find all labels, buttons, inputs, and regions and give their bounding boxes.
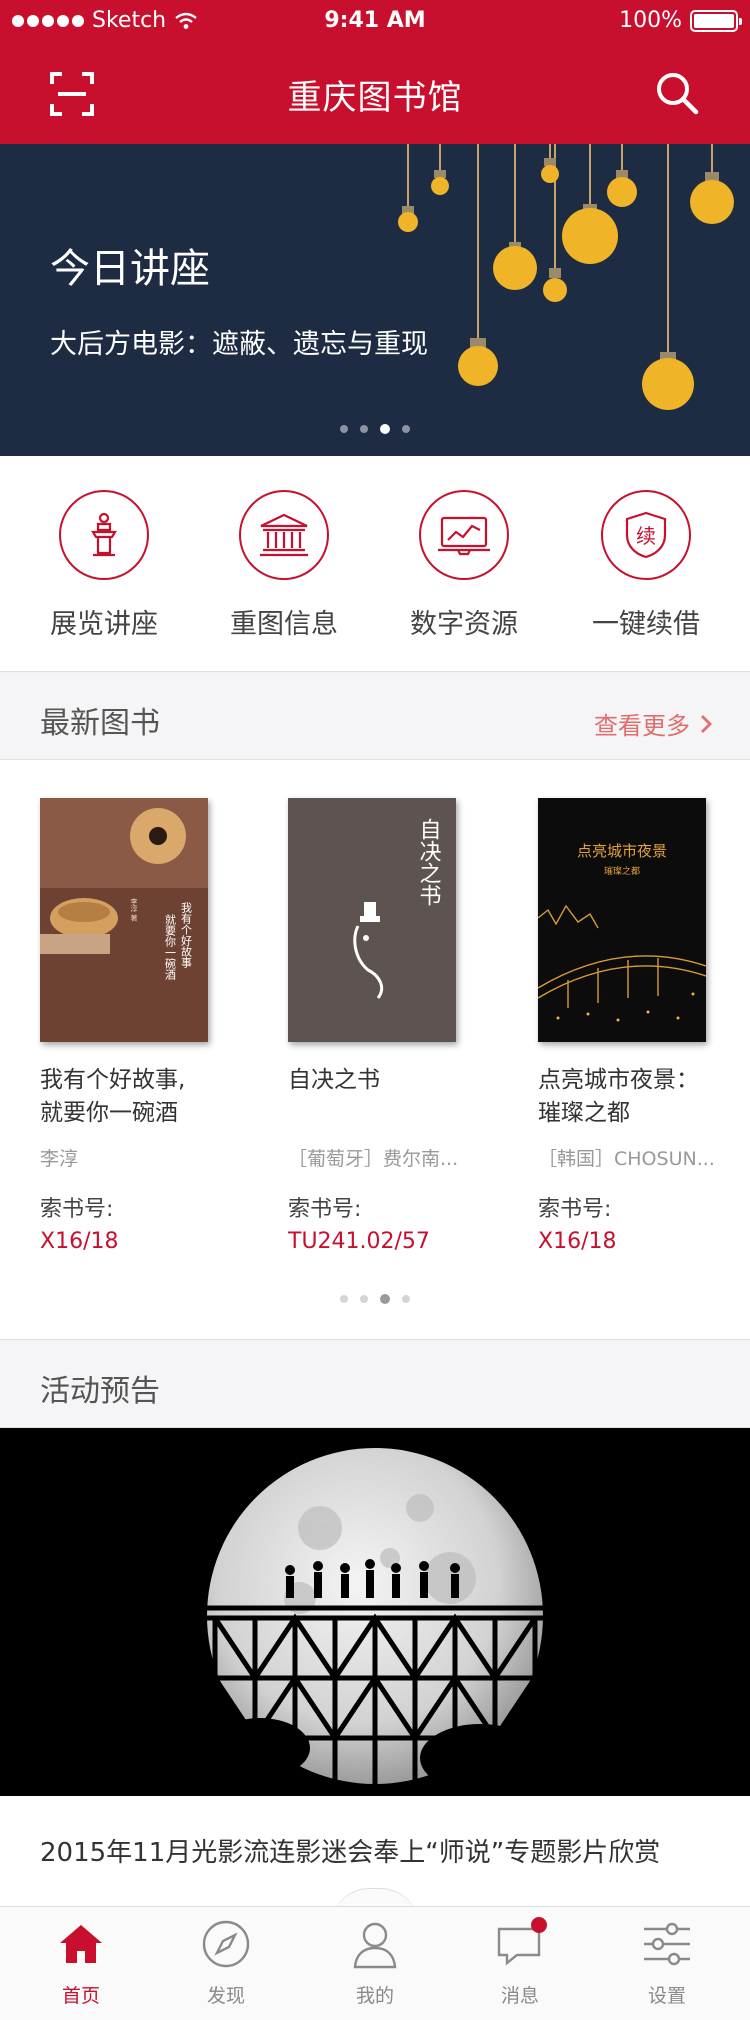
lecture-banner[interactable]: 今日讲座 大后方电影：遮蔽、遗忘与重现 <box>0 144 750 456</box>
quick-entry-label: 重图信息 <box>230 609 338 640</box>
status-bar: Sketch 9:41 AM 100% <box>0 0 750 44</box>
settings-sliders-icon <box>640 1917 694 1971</box>
view-more-label: 查看更多 <box>594 712 690 740</box>
chevron-right-icon <box>701 714 712 733</box>
page-title: 重庆图书馆 <box>287 78 463 118</box>
renew-shield-icon: 续 <box>601 490 691 580</box>
quick-entry-exhibitions[interactable]: 展览讲座 <box>14 490 194 641</box>
message-icon <box>493 1917 547 1971</box>
book-card[interactable]: 我有个好故事 就要你一碗酒 李淳 著 我有个好故事, 就要你一碗酒 李淳 索书号:… <box>40 798 240 1254</box>
call-number: X16/18 <box>538 1229 617 1254</box>
book-author: ［韩国］CHOSUN... <box>538 1148 715 1170</box>
new-books-header: 最新图书 查看更多 <box>0 674 750 760</box>
battery-status: 100% <box>619 8 742 33</box>
podium-icon <box>59 490 149 580</box>
cover-title-text: 点亮城市夜景 <box>577 842 667 860</box>
renew-icon-text: 续 <box>636 524 656 548</box>
book-cover: 点亮城市夜景 璀璨之都 <box>538 798 706 1042</box>
user-icon <box>348 1917 402 1971</box>
tab-bar: 首页 发现 我的 消息 设置 <box>0 1906 750 2020</box>
page-dot <box>402 425 410 433</box>
compass-icon <box>199 1917 253 1971</box>
light-bulbs-illustration <box>398 144 734 410</box>
book-card[interactable]: 自决之书 自决之书 ［葡萄牙］费尔南... 索书号: TU241.02/57 <box>288 798 488 1254</box>
book-author: ［葡萄牙］费尔南... <box>288 1148 459 1170</box>
banner-subtitle: 大后方电影：遮蔽、遗忘与重现 <box>50 329 428 360</box>
call-number-label: 索书号: <box>40 1197 114 1222</box>
page-dot <box>380 1294 390 1304</box>
cover-subtitle-text: 璀璨之都 <box>604 865 640 877</box>
book-title: 点亮城市夜景： 璀璨之都 <box>538 1067 699 1126</box>
book-author: 李淳 <box>40 1148 79 1170</box>
digital-monitor-icon <box>419 490 509 580</box>
tab-home[interactable]: 首页 <box>6 1917 156 2008</box>
page-dot <box>380 424 390 434</box>
activity-poster[interactable] <box>0 1428 750 1796</box>
section-title: 最新图书 <box>40 706 160 741</box>
tab-label: 发现 <box>206 1985 245 2007</box>
banner-page-indicator <box>0 424 750 434</box>
call-number-label: 索书号: <box>288 1197 362 1222</box>
cover-title-text: 我有个好故事 <box>180 902 193 968</box>
page-dot <box>402 1295 410 1303</box>
tab-discover[interactable]: 发现 <box>151 1917 301 2008</box>
book-card[interactable]: 点亮城市夜景 璀璨之都 点亮城市夜景： 璀璨之都 ［韩国］CHOSUN... 索书… <box>538 798 738 1254</box>
tab-label: 我的 <box>355 1985 394 2007</box>
tab-mine[interactable]: 我的 <box>300 1917 450 2008</box>
call-number-label: 索书号: <box>538 1197 612 1222</box>
new-books-carousel: 我有个好故事 就要你一碗酒 李淳 著 我有个好故事, 就要你一碗酒 李淳 索书号:… <box>0 760 750 1340</box>
page-dot <box>340 425 348 433</box>
page-dot <box>360 425 368 433</box>
book-cover-art: 自决之书 <box>288 798 456 1042</box>
quick-entry-digital-resources[interactable]: 数字资源 <box>374 490 554 641</box>
call-number: X16/18 <box>40 1229 119 1254</box>
moon-bridge-illustration <box>0 1428 750 1796</box>
app-header: Sketch 9:41 AM 100% 重庆图书馆 <box>0 0 750 144</box>
quick-entries: 展览讲座 重图信息 数字资源 续 一键续借 <box>0 456 750 672</box>
battery-icon <box>690 9 742 32</box>
home-icon <box>54 1917 108 1971</box>
tab-settings[interactable]: 设置 <box>592 1917 742 2008</box>
tab-label: 设置 <box>647 1985 686 2007</box>
quick-entry-renew[interactable]: 续 一键续借 <box>556 490 736 641</box>
page-dot <box>360 1295 368 1303</box>
book-cover: 自决之书 <box>288 798 456 1042</box>
search-icon[interactable] <box>652 68 702 118</box>
library-building-icon <box>239 490 329 580</box>
unread-badge <box>531 1917 547 1933</box>
call-number: TU241.02/57 <box>288 1229 430 1254</box>
book-title: 自决之书 <box>288 1067 380 1093</box>
quick-entry-label: 数字资源 <box>410 609 518 640</box>
nav-bar: 重庆图书馆 <box>0 44 750 144</box>
battery-percent: 100% <box>619 8 682 33</box>
quick-entry-library-info[interactable]: 重图信息 <box>194 490 374 641</box>
book-cover-art: 我有个好故事 就要你一碗酒 李淳 著 <box>40 798 208 1042</box>
tab-messages[interactable]: 消息 <box>445 1917 595 2008</box>
activities-header: 活动预告 <box>0 1342 750 1428</box>
tab-label: 消息 <box>500 1985 539 2007</box>
cover-subtitle-text: 就要你一碗酒 <box>164 913 177 981</box>
book-cover: 我有个好故事 就要你一碗酒 李淳 著 <box>40 798 208 1042</box>
book-cover-art: 点亮城市夜景 璀璨之都 <box>538 798 706 1042</box>
book-title: 我有个好故事, 就要你一碗酒 <box>40 1067 186 1126</box>
quick-entry-label: 一键续借 <box>592 609 700 640</box>
cover-author-text: 李淳 著 <box>130 897 138 922</box>
page-dot <box>340 1295 348 1303</box>
cover-title-text: 自决之书 <box>416 818 442 906</box>
activity-title: 2015年11月光影流连影迷会奉上“师说”专题影片欣赏 <box>40 1838 661 1868</box>
books-page-indicator <box>0 1294 750 1304</box>
section-title: 活动预告 <box>40 1374 160 1409</box>
view-more-link[interactable]: 查看更多 <box>594 706 712 741</box>
quick-entry-label: 展览讲座 <box>50 609 158 640</box>
tab-label: 首页 <box>61 1985 100 2007</box>
banner-heading: 今日讲座 <box>50 246 210 292</box>
